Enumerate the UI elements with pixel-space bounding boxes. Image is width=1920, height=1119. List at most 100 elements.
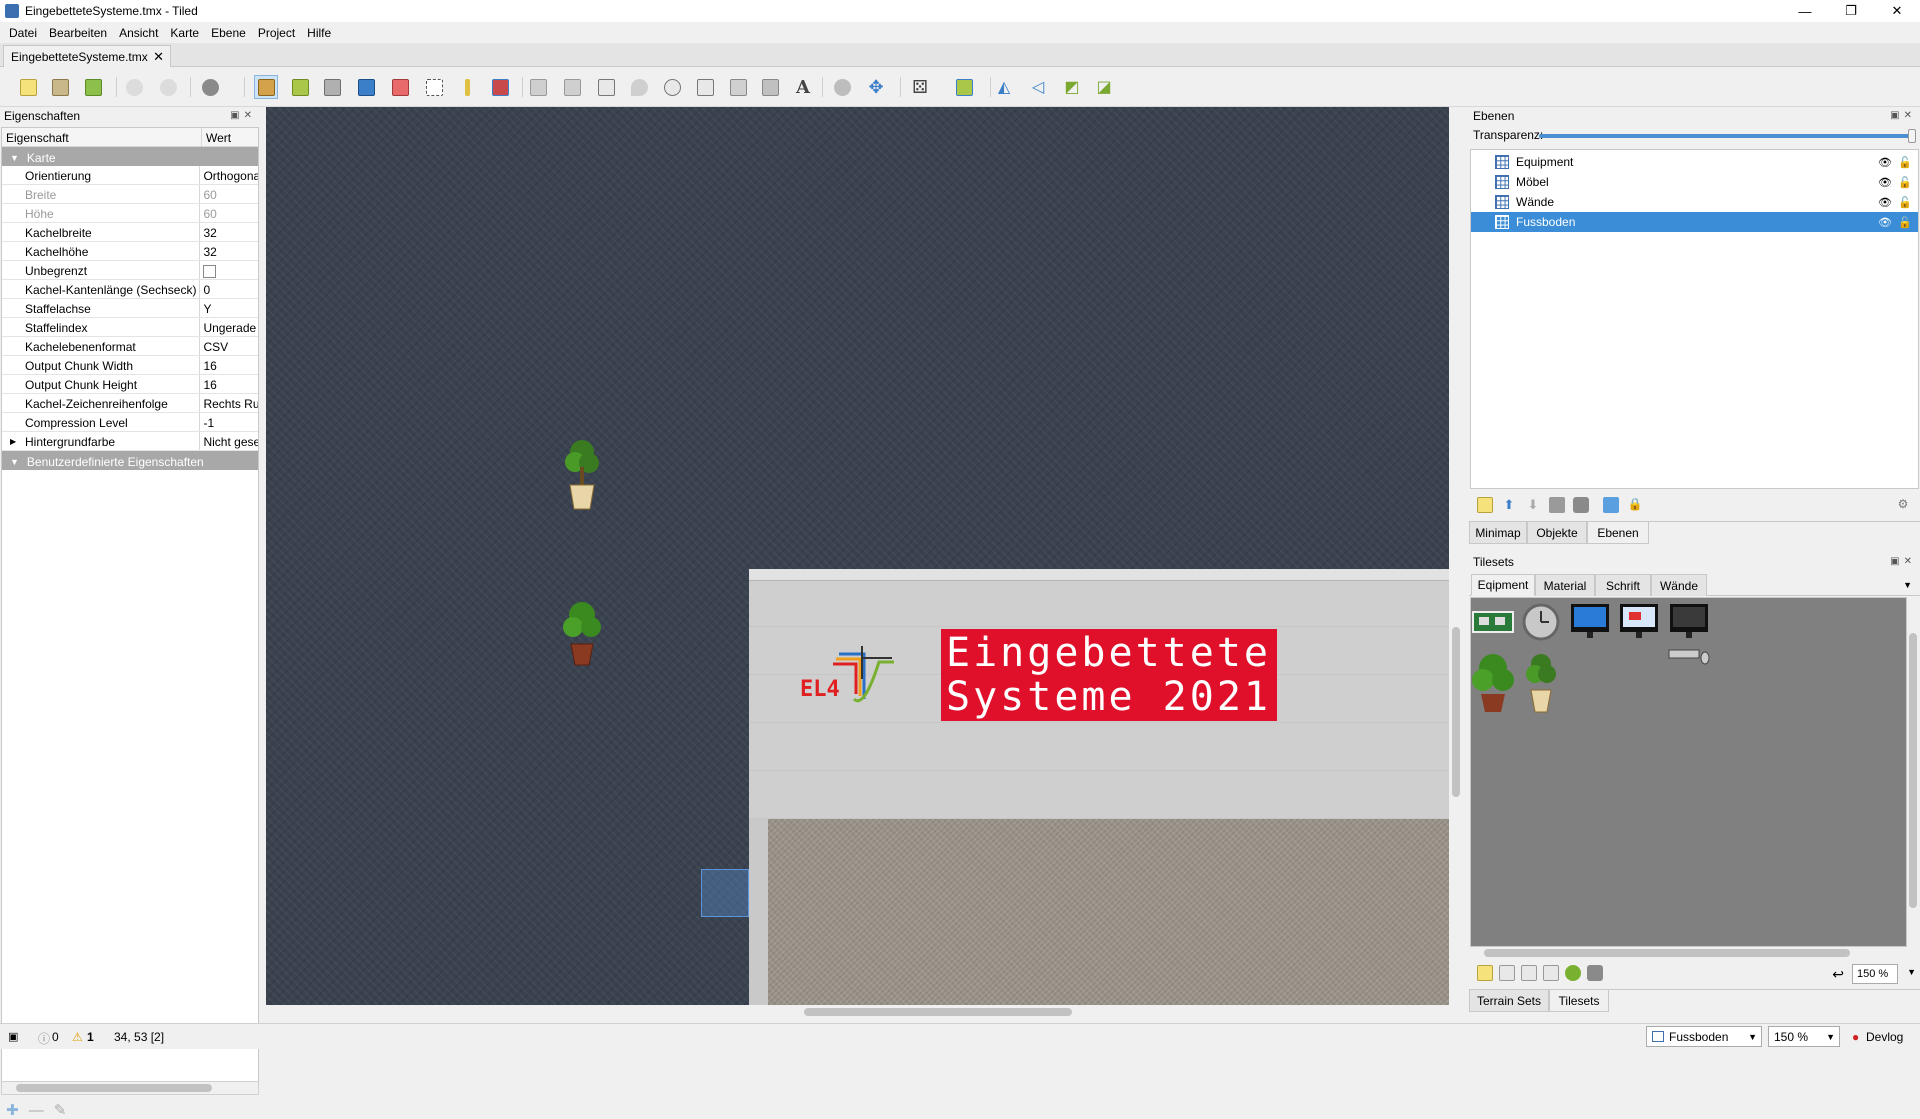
- tile-plant-large[interactable]: [1471, 652, 1515, 714]
- zoom-combo[interactable]: 150 % ▼: [1768, 1026, 1840, 1047]
- duplicate-layer-icon[interactable]: [1549, 497, 1565, 513]
- property-row[interactable]: Kachel-Kantenlänge (Sechseck) 0: [2, 280, 258, 299]
- world-tool[interactable]: [830, 75, 854, 99]
- tilesets-dock-buttons[interactable]: ▣✕: [1890, 556, 1916, 567]
- redo-button[interactable]: [156, 75, 180, 99]
- property-value[interactable]: -1: [200, 413, 258, 431]
- insert-template-tool[interactable]: [758, 75, 782, 99]
- save-file-button[interactable]: [81, 75, 105, 99]
- menu-ebene[interactable]: Ebene: [205, 26, 252, 40]
- new-tileset-icon[interactable]: [1477, 965, 1493, 981]
- rotate-right-button[interactable]: ◪: [1092, 75, 1116, 99]
- visibility-eye-icon[interactable]: 👁: [1878, 216, 1892, 229]
- property-value[interactable]: 16: [200, 375, 258, 393]
- property-value[interactable]: Nicht gesetzt: [200, 432, 258, 450]
- console-icon[interactable]: ▣: [8, 1030, 18, 1043]
- shape-fill-tool[interactable]: [354, 75, 378, 99]
- random-mode-button[interactable]: ⚄: [908, 75, 932, 99]
- property-row[interactable]: Unbegrenzt: [2, 261, 258, 280]
- menu-bearbeiten[interactable]: Bearbeiten: [43, 26, 113, 40]
- bucket-fill-tool[interactable]: [320, 75, 344, 99]
- menu-project[interactable]: Project: [252, 26, 301, 40]
- property-value[interactable]: Orthogonal: [200, 166, 258, 184]
- property-value[interactable]: CSV: [200, 337, 258, 355]
- remove-property-icon[interactable]: —: [29, 1102, 44, 1119]
- flip-horizontal-button[interactable]: ◭: [992, 75, 1016, 99]
- property-value[interactable]: Y: [200, 299, 258, 317]
- undo-button[interactable]: [122, 75, 146, 99]
- open-file-button[interactable]: [48, 75, 72, 99]
- tab-eqipment[interactable]: Eqipment: [1471, 574, 1535, 596]
- select-objects-tool[interactable]: [526, 75, 550, 99]
- insert-point-tool[interactable]: [627, 75, 651, 99]
- tab-schrift[interactable]: Schrift: [1595, 574, 1651, 596]
- property-row[interactable]: Output Chunk Width 16: [2, 356, 258, 375]
- property-row[interactable]: Compression Level -1: [2, 413, 258, 432]
- wang-fill-button[interactable]: [952, 75, 976, 99]
- tile-monitor-blue[interactable]: [1568, 600, 1612, 644]
- tile-plant-small[interactable]: [1519, 652, 1563, 714]
- expand-arrow-icon[interactable]: ▶: [10, 437, 16, 446]
- tab-objekte[interactable]: Objekte: [1527, 522, 1587, 544]
- edit-tileset-icon[interactable]: [1543, 965, 1559, 981]
- show-other-layers-icon[interactable]: [1603, 497, 1619, 513]
- tileset-vscrollbar[interactable]: [1907, 597, 1919, 947]
- property-value[interactable]: 60: [200, 185, 258, 203]
- warning-icon[interactable]: ⚠: [72, 1030, 83, 1044]
- layers-dock-buttons[interactable]: ▣✕: [1890, 110, 1916, 121]
- move-tool[interactable]: ✥: [864, 75, 888, 99]
- terrain-brush-tool[interactable]: [288, 75, 312, 99]
- dynamic-wrap-icon[interactable]: ↩: [1832, 966, 1844, 983]
- property-value[interactable]: Ungerade: [200, 318, 258, 336]
- map-vscrollbar[interactable]: [1449, 107, 1463, 1005]
- property-row[interactable]: Breite 60: [2, 185, 258, 204]
- new-layer-icon[interactable]: [1477, 497, 1493, 513]
- layer-item-equipment[interactable]: Equipment 👁 🔓: [1471, 152, 1918, 172]
- replace-tileset-icon[interactable]: [1565, 965, 1581, 981]
- property-row[interactable]: Staffelachse Y: [2, 299, 258, 318]
- insert-tile-tool[interactable]: [726, 75, 750, 99]
- menu-datei[interactable]: Datei: [3, 26, 43, 40]
- tile-circuit-board[interactable]: [1471, 600, 1515, 644]
- select-same-tile-tool[interactable]: [488, 75, 512, 99]
- opacity-slider[interactable]: [1539, 129, 1916, 143]
- tab-tilesets[interactable]: Tilesets: [1549, 990, 1609, 1012]
- property-value[interactable]: 32: [200, 223, 258, 241]
- lock-icon[interactable]: 🔓: [1898, 216, 1912, 229]
- edit-polygons-tool[interactable]: [560, 75, 584, 99]
- current-layer-combo[interactable]: Fussboden ▼: [1646, 1026, 1762, 1047]
- close-button[interactable]: ✕: [1874, 0, 1920, 22]
- tab-material[interactable]: Material: [1535, 574, 1595, 596]
- flip-vertical-button[interactable]: ◁: [1026, 75, 1050, 99]
- property-value[interactable]: 32: [200, 242, 258, 260]
- menu-ansicht[interactable]: Ansicht: [113, 26, 164, 40]
- layer-settings-icon[interactable]: ⚙: [1895, 497, 1911, 513]
- properties-hscrollbar[interactable]: [1, 1081, 259, 1095]
- layer-item-möbel[interactable]: Möbel 👁 🔓: [1471, 172, 1918, 192]
- tile-monitor-desktop[interactable]: [1617, 600, 1661, 644]
- document-tab-close-icon[interactable]: ✕: [153, 49, 164, 65]
- tab-ebenen[interactable]: Ebenen: [1587, 522, 1649, 544]
- maximize-button[interactable]: ❐: [1828, 0, 1874, 22]
- error-icon[interactable]: ⓘ: [38, 1030, 50, 1047]
- property-value[interactable]: [200, 261, 258, 279]
- insert-ellipse-tool[interactable]: [660, 75, 684, 99]
- rename-property-icon[interactable]: ✎: [54, 1102, 67, 1119]
- tileset-tabs-dropdown-icon[interactable]: ▼: [1903, 580, 1912, 590]
- tab-minimap[interactable]: Minimap: [1469, 522, 1527, 544]
- map-canvas[interactable]: Eingebettete Systeme 2021 EL4: [266, 107, 1449, 1005]
- rectangular-select-tool[interactable]: [422, 75, 446, 99]
- export-tileset-icon[interactable]: [1521, 965, 1537, 981]
- tileset-hscrollbar[interactable]: [1470, 947, 1907, 959]
- property-row[interactable]: Orientierung Orthogonal: [2, 166, 258, 185]
- insert-rectangle-tool[interactable]: [594, 75, 618, 99]
- lock-icon[interactable]: 🔓: [1898, 196, 1912, 209]
- tileset-zoom-dropdown-icon[interactable]: ▼: [1907, 967, 1916, 977]
- property-row[interactable]: Kachelhöhe 32: [2, 242, 258, 261]
- delete-layer-icon[interactable]: [1573, 497, 1589, 513]
- layer-item-wände[interactable]: Wände 👁 🔓: [1471, 192, 1918, 212]
- eraser-tool[interactable]: [388, 75, 412, 99]
- minimize-button[interactable]: —: [1782, 0, 1828, 22]
- visibility-eye-icon[interactable]: 👁: [1878, 196, 1892, 209]
- property-row[interactable]: Höhe 60: [2, 204, 258, 223]
